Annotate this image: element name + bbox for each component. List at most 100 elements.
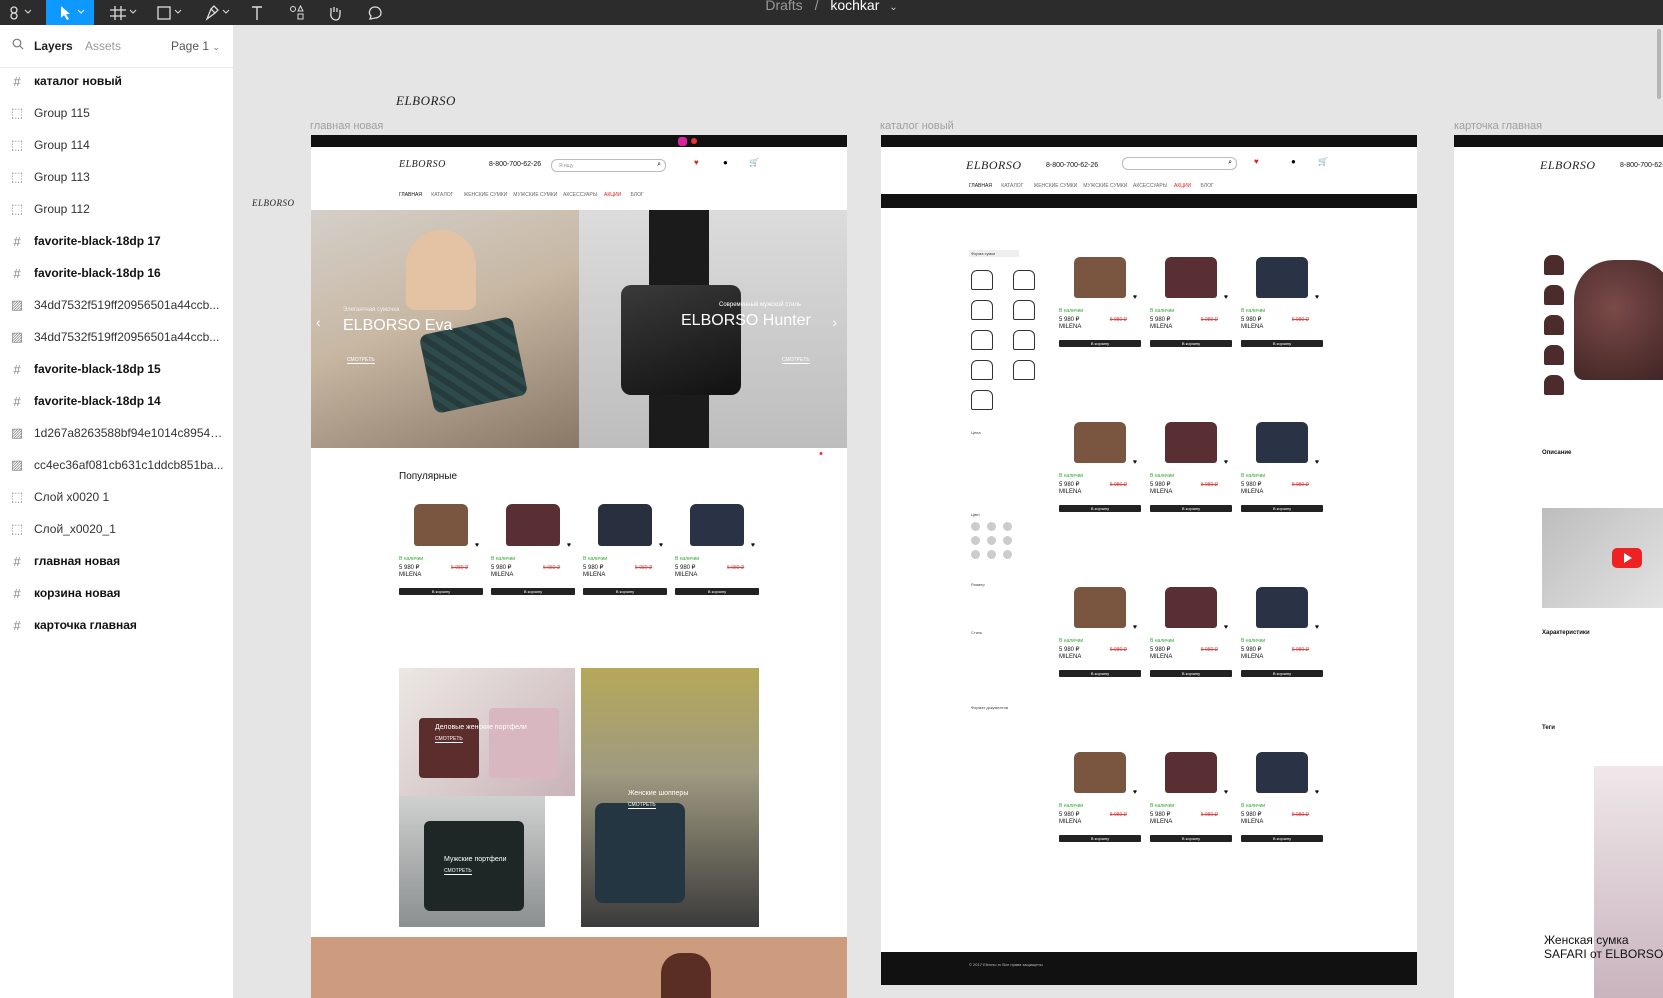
- tab-layers[interactable]: Layers: [34, 39, 73, 53]
- slider-dots[interactable]: [819, 442, 838, 455]
- layer-row[interactable]: # карточка главная: [0, 613, 233, 637]
- product-name[interactable]: MILENA: [1059, 819, 1081, 825]
- product-image[interactable]: [1255, 422, 1309, 463]
- hero-slide-left[interactable]: Элегантная сумочка ELBORSO Eva СМОТРЕТЬ …: [311, 210, 579, 448]
- product-card[interactable]: ♥ В наличии 5 980 ₽5 980 ₽ MILENA В корзину: [1150, 573, 1232, 693]
- product-card[interactable]: ♥ В наличии 5 980 ₽5 980 ₽ MILENA В корзину: [1241, 243, 1323, 363]
- product-image[interactable]: [1164, 422, 1218, 463]
- frame-label-main[interactable]: главная новая: [310, 120, 383, 132]
- add-to-cart-button[interactable]: В корзину: [1150, 670, 1232, 677]
- color-option[interactable]: [1003, 536, 1012, 545]
- product-card[interactable]: ♥ В наличии 5 980 ₽5 980 ₽ MILENA В корзину: [1059, 738, 1141, 858]
- nav-item[interactable]: МУЖСКИЕ СУМКИ: [513, 192, 557, 198]
- nav-item[interactable]: АКСЕССУАРЫ: [563, 192, 597, 198]
- layer-row[interactable]: ⬚ Слой x0020 1: [0, 485, 233, 509]
- filter-style-label[interactable]: Стиль: [971, 630, 982, 635]
- add-to-cart-button[interactable]: В корзину: [1059, 670, 1141, 677]
- add-to-cart-button[interactable]: В корзину: [1059, 340, 1141, 347]
- product-card[interactable]: ♥ В наличии 5 980 ₽5 980 ₽ MILENA В корзину: [399, 490, 483, 610]
- artboard-catalog[interactable]: ELBORSO 8-800-700-62-26 ⌕ ♥ ● 🛒 ГЛАВНАЯ К…: [881, 135, 1417, 985]
- tab-assets[interactable]: Assets: [85, 39, 121, 53]
- favorite-icon[interactable]: ♥: [1224, 624, 1228, 631]
- product-name[interactable]: MILENA: [1150, 819, 1172, 825]
- logo-text[interactable]: ELBORSO: [399, 159, 446, 170]
- hero-slide-right[interactable]: Современный мужской стиль ELBORSO Hunter…: [579, 210, 847, 455]
- layer-row[interactable]: # каталог новый: [0, 69, 233, 93]
- product-card[interactable]: ♥ В наличии 5 980 ₽5 980 ₽ MILENA В корзину: [675, 490, 759, 610]
- product-image[interactable]: [1255, 257, 1309, 298]
- product-video[interactable]: [1542, 508, 1663, 608]
- product-name[interactable]: MILENA: [675, 572, 697, 578]
- promo-tile-men[interactable]: Мужские портфели СМОТРЕТЬ: [399, 796, 545, 927]
- hero-right-cta[interactable]: СМОТРЕТЬ: [782, 357, 810, 364]
- product-card[interactable]: ♥ В наличии 5 980 ₽5 980 ₽ MILENA В корзину: [1150, 408, 1232, 528]
- phone-number[interactable]: 8-800-700-62-26: [1046, 162, 1098, 169]
- layer-row[interactable]: ⬚ Group 115: [0, 101, 233, 125]
- favorite-icon[interactable]: ♥: [1224, 459, 1228, 466]
- favorite-icon[interactable]: ♥: [1315, 789, 1319, 796]
- favorite-icon[interactable]: ♥: [567, 542, 571, 549]
- add-to-cart-button[interactable]: В корзину: [583, 588, 667, 595]
- chevron-down-icon[interactable]: ⌄: [889, 2, 897, 13]
- product-name[interactable]: MILENA: [1241, 489, 1263, 495]
- color-option[interactable]: [987, 536, 996, 545]
- logo-text[interactable]: ELBORSO: [966, 158, 1022, 173]
- favorite-icon[interactable]: ♥: [1133, 294, 1137, 301]
- layer-row[interactable]: ▨ 34dd7532f519ff20956501a44ccb...: [0, 293, 233, 317]
- favorite-icon[interactable]: ♥: [1133, 624, 1137, 631]
- layer-row[interactable]: # главная новая: [0, 549, 233, 573]
- promo-men-cta[interactable]: СМОТРЕТЬ: [444, 868, 472, 875]
- nav-item[interactable]: АКЦИИ: [604, 192, 621, 198]
- product-card[interactable]: ♥ В наличии 5 980 ₽5 980 ₽ MILENA В корзину: [583, 490, 667, 610]
- youtube-icon[interactable]: [691, 138, 697, 144]
- phone-number[interactable]: 8-800-700-62-26: [489, 161, 541, 168]
- banner-bottom[interactable]: [311, 937, 847, 998]
- bag-shape-option[interactable]: [971, 270, 993, 290]
- favorite-icon[interactable]: ♥: [1133, 789, 1137, 796]
- product-card[interactable]: ♥ В наличии 5 980 ₽5 980 ₽ MILENA В корзину: [491, 490, 575, 610]
- add-to-cart-button[interactable]: В корзину: [1059, 835, 1141, 842]
- filter-form-header[interactable]: Форма сумки: [969, 250, 1019, 257]
- bag-shape-option[interactable]: [1013, 270, 1035, 290]
- product-card[interactable]: ♥ В наличии 5 980 ₽5 980 ₽ MILENA В корзину: [1059, 243, 1141, 363]
- add-to-cart-button[interactable]: В корзину: [1059, 505, 1141, 512]
- nav-item[interactable]: АКСЕССУАРЫ: [1133, 183, 1167, 189]
- color-option[interactable]: [987, 550, 996, 559]
- search-icon[interactable]: [12, 38, 24, 53]
- filter-size-label[interactable]: Размер: [971, 582, 985, 587]
- youtube-play-icon[interactable]: [1612, 548, 1642, 568]
- product-image[interactable]: [1164, 257, 1218, 298]
- frame-label-catalog[interactable]: каталог новый: [880, 120, 954, 132]
- add-to-cart-button[interactable]: В корзину: [1241, 505, 1323, 512]
- file-name[interactable]: kochkar: [830, 0, 879, 13]
- add-to-cart-button[interactable]: В корзину: [1241, 670, 1323, 677]
- artboard-main[interactable]: ELBORSO 8-800-700-62-26 Я ищу ⌕ ♥ ● 🛒 ГЛ…: [311, 135, 847, 998]
- nav-item[interactable]: ЖЕНСКИЕ СУМКИ: [1034, 183, 1078, 189]
- add-to-cart-button[interactable]: В корзину: [491, 588, 575, 595]
- user-icon[interactable]: ●: [723, 158, 728, 167]
- product-name[interactable]: MILENA: [1241, 324, 1263, 330]
- product-image[interactable]: [1073, 422, 1127, 463]
- favorite-icon[interactable]: ♥: [475, 542, 479, 549]
- layer-row[interactable]: # корзина новая: [0, 581, 233, 605]
- product-thumbnail[interactable]: [1544, 255, 1564, 275]
- filter-price-label[interactable]: Цена: [971, 430, 981, 435]
- canvas-scrollbar[interactable]: [1655, 25, 1663, 998]
- product-card[interactable]: ♥ В наличии 5 980 ₽5 980 ₽ MILENA В корзину: [1150, 243, 1232, 363]
- cart-icon[interactable]: 🛒: [1318, 157, 1328, 166]
- nav-item[interactable]: ЖЕНСКИЕ СУМКИ: [464, 192, 508, 198]
- product-thumbnail[interactable]: [1544, 315, 1564, 335]
- layer-row[interactable]: # favorite-black-18dp 17: [0, 229, 233, 253]
- product-image[interactable]: [1073, 752, 1127, 793]
- product-thumbnail[interactable]: [1544, 345, 1564, 365]
- product-name[interactable]: MILENA: [1241, 654, 1263, 660]
- bag-shape-option[interactable]: [971, 390, 993, 410]
- bag-shape-option[interactable]: [1013, 300, 1035, 320]
- color-option[interactable]: [1003, 550, 1012, 559]
- nav-item[interactable]: КАТАЛОГ: [431, 192, 453, 198]
- product-card[interactable]: ♥ В наличии 5 980 ₽5 980 ₽ MILENA В корзину: [1059, 408, 1141, 528]
- chevron-right-icon[interactable]: ›: [832, 314, 837, 330]
- layer-row[interactable]: ⬚ Group 113: [0, 165, 233, 189]
- layer-row[interactable]: ▨ 34dd7532f519ff20956501a44ccb...: [0, 325, 233, 349]
- promo-business-cta[interactable]: СМОТРЕТЬ: [435, 736, 463, 743]
